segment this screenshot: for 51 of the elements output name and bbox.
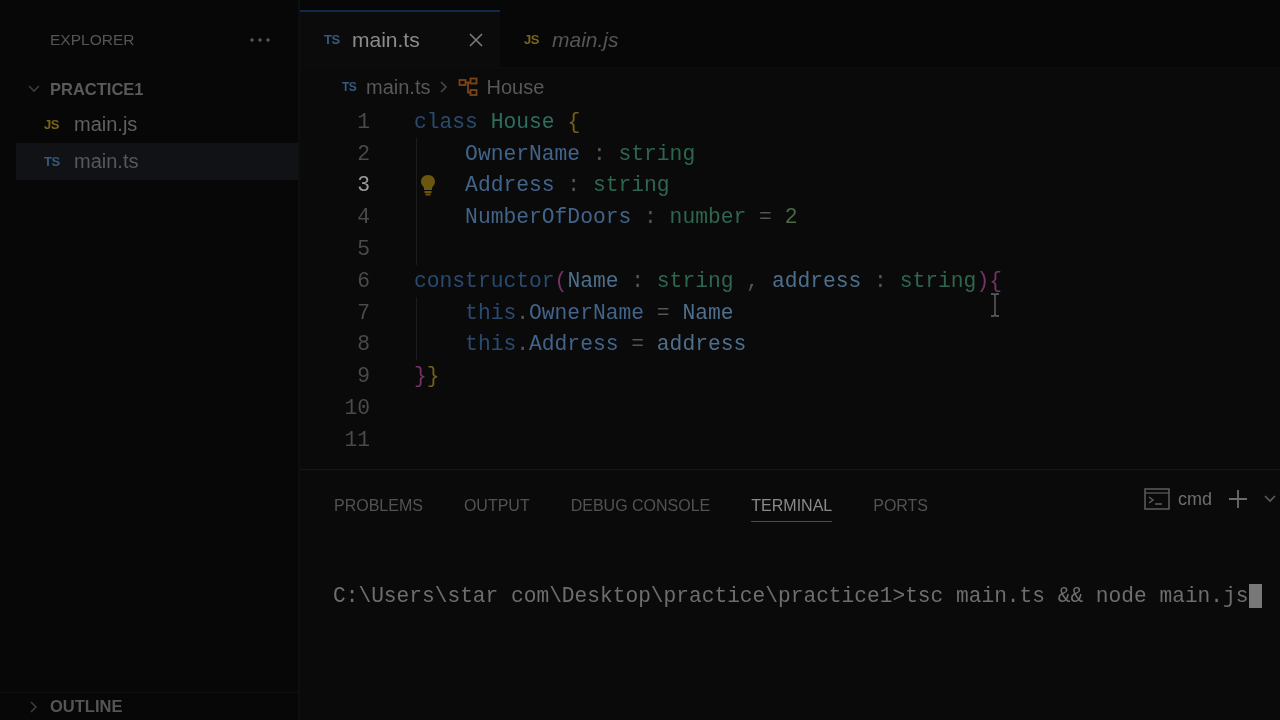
terminal-icon xyxy=(1144,488,1170,510)
code-line: constructor(Name : string , address : string){ xyxy=(414,268,1002,293)
class-symbol-icon xyxy=(458,77,479,97)
line-number: 5 xyxy=(356,237,370,262)
editor-tab[interactable]: TS main.ts xyxy=(300,10,500,67)
line-number: 8 xyxy=(356,332,370,357)
terminal-line: C:\Users\star com\Desktop\practice\practice1>tsc main.ts && node main.js xyxy=(333,584,1249,608)
line-number: 9 xyxy=(356,364,370,389)
panel-tab[interactable]: DEBUG CONSOLE xyxy=(570,490,711,522)
breadcrumb-file[interactable]: TS main.ts xyxy=(342,75,431,99)
editor-tab[interactable]: JS main.js xyxy=(500,10,635,67)
file-type-icon: JS xyxy=(44,117,64,132)
code-line: }} xyxy=(414,364,440,389)
text-cursor xyxy=(1249,584,1263,608)
file-item[interactable]: JS main.js xyxy=(16,106,298,143)
panel-tab[interactable]: PORTS xyxy=(873,490,929,522)
more-icon xyxy=(250,38,270,42)
code-line: Address : string xyxy=(465,173,670,198)
terminal-profile-button[interactable]: cmd xyxy=(1144,488,1212,510)
line-number: 10 xyxy=(343,396,370,421)
file-type-icon: TS xyxy=(342,80,358,94)
line-number: 2 xyxy=(356,141,370,166)
outline-section[interactable]: OUTLINE xyxy=(0,692,298,720)
file-type-icon: TS xyxy=(44,154,64,169)
line-number: 7 xyxy=(356,300,370,325)
line-number: 4 xyxy=(356,205,370,230)
folder-item[interactable]: PRACTICE1 xyxy=(0,72,298,106)
chevron-down-icon[interactable] xyxy=(1264,495,1276,503)
close-icon[interactable] xyxy=(468,31,484,48)
chevron-right-icon xyxy=(30,700,38,713)
code-line: class House { xyxy=(414,109,581,134)
chevron-down-icon xyxy=(28,85,40,93)
file-type-icon: TS xyxy=(324,32,344,47)
code-line: NumberOfDoors : number = 2 xyxy=(465,205,798,230)
code-line: OwnerName : string xyxy=(465,141,696,166)
text-cursor-icon xyxy=(990,293,1000,317)
file-item[interactable]: TS main.ts xyxy=(16,143,298,180)
panel-tab[interactable]: PROBLEMS xyxy=(334,490,423,522)
line-number: 11 xyxy=(343,427,370,452)
line-number: 6 xyxy=(356,268,370,293)
line-number: 1 xyxy=(356,109,370,134)
plus-icon[interactable] xyxy=(1228,489,1248,509)
code-line: this.OwnerName = Name xyxy=(465,300,734,325)
lightbulb-icon[interactable] xyxy=(420,173,436,196)
panel-tab[interactable]: TERMINAL xyxy=(751,490,833,522)
panel-tab[interactable]: OUTPUT xyxy=(463,490,530,522)
line-number: 3 xyxy=(356,173,370,198)
file-type-icon: JS xyxy=(524,32,544,47)
explorer-title: EXPLORER xyxy=(50,31,135,49)
chevron-right-icon xyxy=(440,81,449,93)
code-line: this.Address = address xyxy=(465,332,747,357)
